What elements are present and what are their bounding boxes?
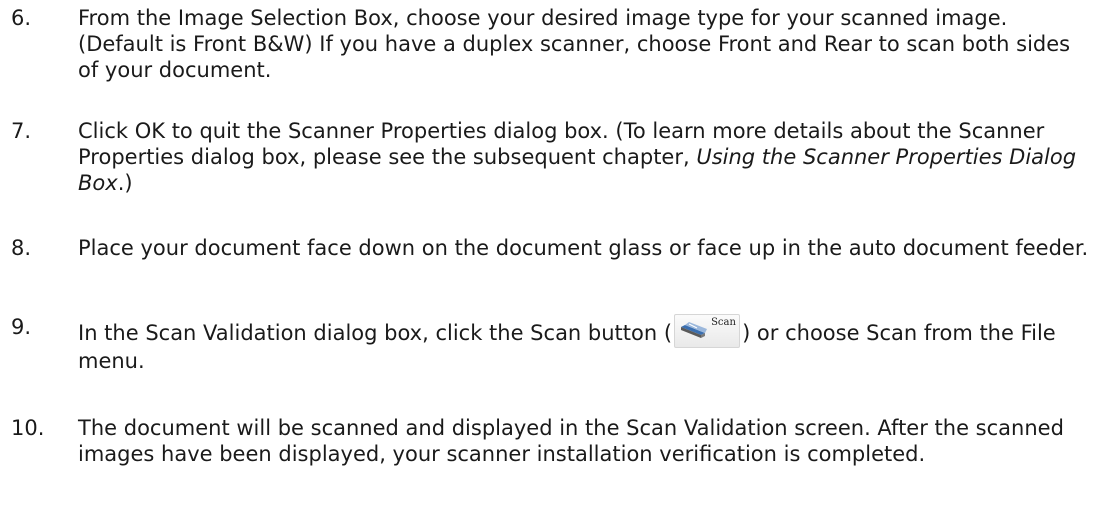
scan-button-label: Scan	[711, 317, 736, 328]
step-text: Place your document face down on the doc…	[78, 236, 1089, 260]
step-text: In the Scan Validation dialog box, click…	[78, 314, 1093, 374]
instruction-page: 6. From the Image Selection Box, choose …	[0, 0, 1101, 517]
step-number: 9.	[11, 315, 32, 339]
scanner-icon	[681, 322, 708, 338]
step-text: From the Image Selection Box, choose you…	[78, 6, 1071, 82]
step-text-part: In the Scan Validation dialog box, click…	[78, 321, 673, 345]
step-number: 8.	[11, 236, 32, 260]
step-number: 10.	[11, 416, 45, 440]
step-number: 7.	[11, 119, 32, 143]
step-text: The document will be scanned and display…	[78, 416, 1064, 466]
step-text: Click OK to quit the Scanner Properties …	[78, 118, 1093, 196]
scan-button-image: Scan	[674, 314, 741, 348]
step-text-part: .)	[117, 171, 133, 195]
step-number: 6.	[11, 6, 32, 30]
